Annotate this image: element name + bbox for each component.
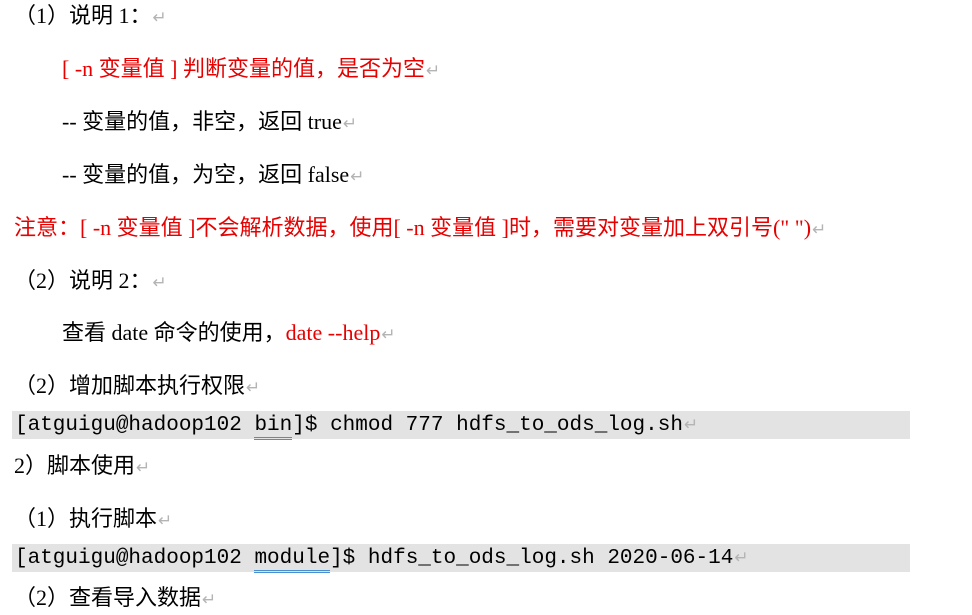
paragraph-mark: ↵ [202,590,217,610]
heading-text: （1）执行脚本 [14,506,158,531]
note-line: 注意：[ -n 变量值 ]不会解析数据，使用[ -n 变量值 ]时，需要对变量加… [14,213,826,243]
code-dir: module [254,547,331,573]
heading-run-script: （1）执行脚本↵ [14,504,172,534]
paragraph-mark: ↵ [381,325,396,345]
date-help-text: 查看 date 命令的使用， [62,320,286,345]
explain-empty-line: -- 变量的值，为空，返回 false↵ [62,160,364,190]
date-help-command: date --help [285,320,381,345]
code-block-run: [atguigu@hadoop102 module]$ hdfs_to_ods_… [12,544,910,573]
code-dir: bin [254,414,293,440]
syntax-line-n-test: [ -n 变量值 ] 判断变量的值，是否为空↵ [62,54,440,84]
explain-nonempty-line: -- 变量的值，非空，返回 true↵ [62,107,357,137]
paragraph-mark: ↵ [152,273,167,293]
paragraph-mark: ↵ [425,61,441,81]
syntax-text: [ -n 变量值 ] 判断变量的值，是否为空 [62,56,425,81]
heading-text: （2）查看导入数据 [14,585,202,610]
heading-explanation-1: （1）说明 1：↵ [14,1,167,31]
paragraph-mark: ↵ [136,458,151,478]
heading-script-usage: 2）脚本使用↵ [14,451,150,481]
paragraph-mark: ↵ [683,415,699,435]
code-command: ]$ chmod 777 hdfs_to_ods_log.sh [292,414,683,437]
heading-text: （1）说明 1： [14,3,152,28]
code-prompt: [atguigu@hadoop102 [15,547,255,570]
note-text: 注意：[ -n 变量值 ]不会解析数据，使用[ -n 变量值 ]时，需要对变量加… [14,215,812,240]
paragraph-mark: ↵ [350,167,365,187]
heading-text: （2）说明 2： [14,268,152,293]
code-command: ]$ hdfs_to_ods_log.sh 2020-06-14 [330,547,734,570]
paragraph-mark: ↵ [152,8,167,28]
heading-text: （2）增加脚本执行权限 [14,373,246,398]
paragraph-mark: ↵ [342,114,358,134]
explain-text: -- 变量的值，为空，返回 false [62,162,350,187]
paragraph-mark: ↵ [246,378,261,398]
code-prompt: [atguigu@hadoop102 [15,414,255,437]
heading-text: 2）脚本使用 [14,453,136,478]
paragraph-mark: ↵ [158,511,173,531]
heading-view-data: （2）查看导入数据↵ [14,583,216,613]
paragraph-mark: ↵ [812,220,827,240]
paragraph-mark: ↵ [734,548,749,568]
heading-add-permission: （2）增加脚本执行权限↵ [14,371,260,401]
explain-text: -- 变量的值，非空，返回 true [62,109,342,134]
heading-explanation-2: （2）说明 2：↵ [14,266,167,296]
code-block-chmod: [atguigu@hadoop102 bin]$ chmod 777 hdfs_… [12,411,910,440]
date-help-line: 查看 date 命令的使用，date --help↵ [62,318,396,348]
